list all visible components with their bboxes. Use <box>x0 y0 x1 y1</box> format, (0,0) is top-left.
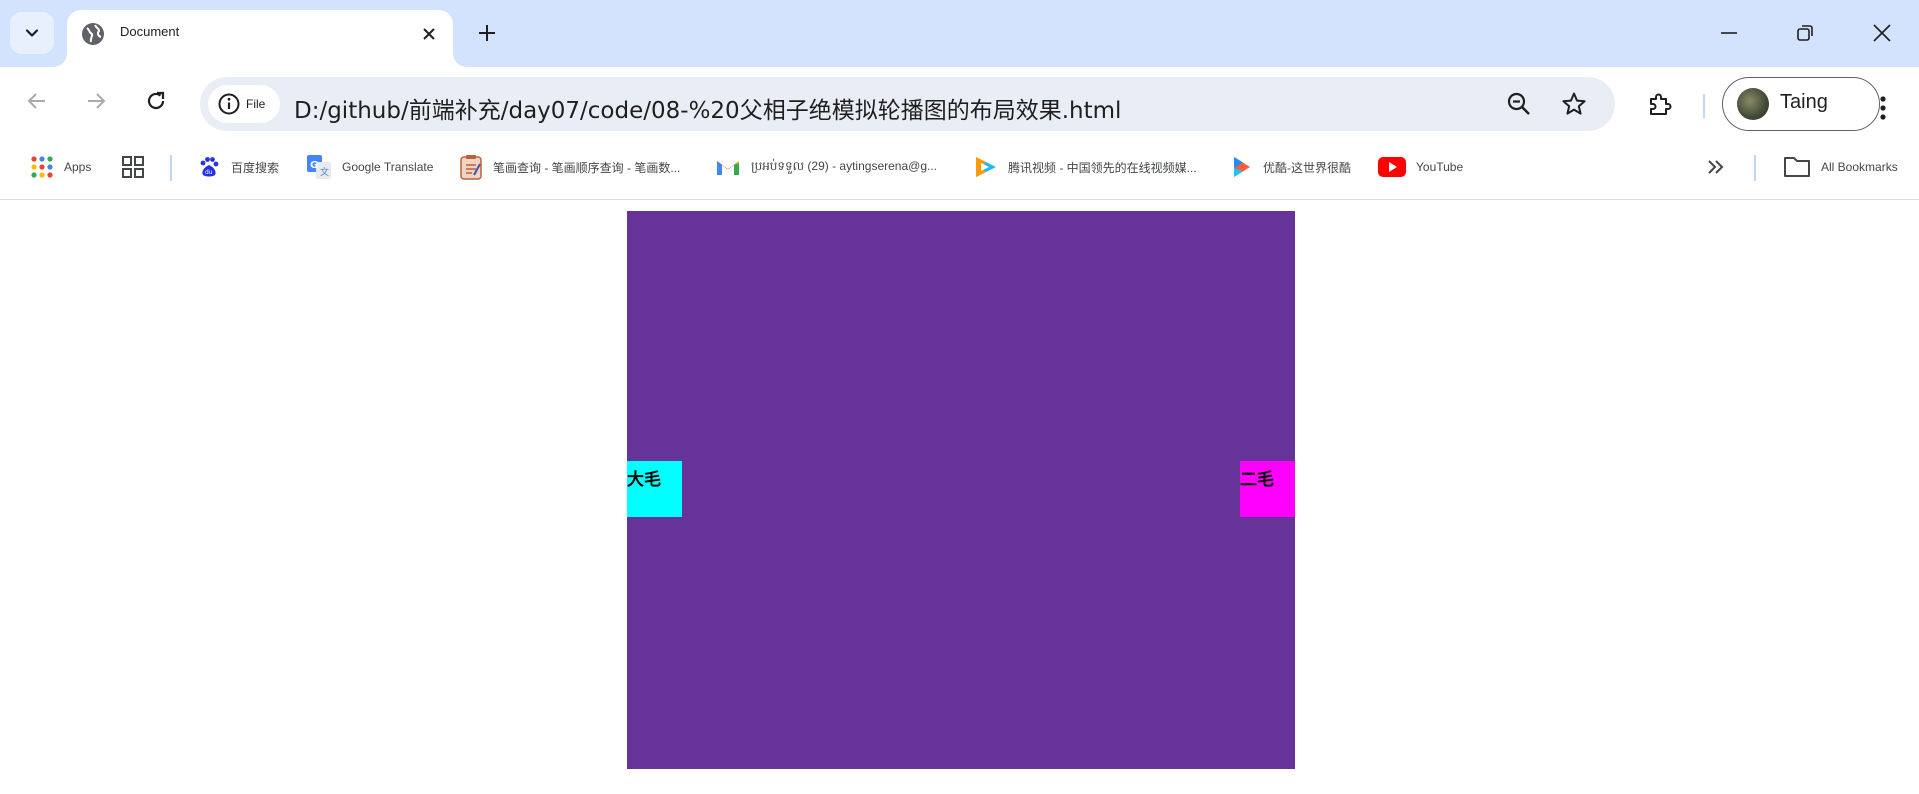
next-button-label: 二毛 <box>1240 470 1274 490</box>
carousel-container: 大毛 二毛 <box>627 211 1295 769</box>
svg-text:G: G <box>310 160 318 171</box>
bookmark-label: 笔画查询 - 笔画顺序查询 - 笔画数... <box>493 160 681 175</box>
new-tab-button[interactable] <box>470 16 504 50</box>
svg-text:du: du <box>205 169 213 176</box>
profile-button[interactable]: Taing <box>1722 77 1880 131</box>
arrow-right-icon <box>88 93 106 109</box>
gmail-icon <box>717 161 739 175</box>
bookmark-bihua[interactable]: 笔画查询 - 笔画顺序查询 - 笔画数... <box>459 153 680 181</box>
tab-groups-icon <box>122 156 144 178</box>
back-button[interactable] <box>17 81 57 121</box>
browser-toolbar: File D:/github/前端补充/day07/code/08-%20父相子… <box>0 67 1919 133</box>
bookmark-label: YouTube <box>1416 160 1464 174</box>
reload-button[interactable] <box>136 81 176 121</box>
prev-button-label: 大毛 <box>627 470 661 490</box>
profile-name: Taing <box>1780 91 1828 113</box>
avatar <box>1737 88 1769 120</box>
bookmark-label: Google Translate <box>342 160 434 174</box>
bookmark-label: 百度搜索 <box>231 160 280 175</box>
toolbar-divider <box>1703 94 1705 118</box>
site-info-chip[interactable]: File <box>208 85 280 123</box>
more-bookmarks-button[interactable] <box>1706 153 1726 181</box>
active-tab[interactable]: Document <box>67 10 453 67</box>
all-bookmarks-label: All Bookmarks <box>1821 160 1898 174</box>
restore-icon <box>1797 25 1813 41</box>
minimize-icon <box>1721 32 1737 34</box>
google-translate-icon: G 文 <box>307 155 331 179</box>
tab-strip: Document <box>0 0 1919 67</box>
bookmark-google-translate[interactable]: G 文 Google Translate <box>306 153 433 181</box>
address-bar[interactable]: File D:/github/前端补充/day07/code/08-%20父相子… <box>200 77 1615 131</box>
restore-button[interactable] <box>1785 14 1825 52</box>
bookmarks-bar: Apps du 百度搜索 G 文 Google Translate 笔画查询 -… <box>0 133 1919 200</box>
tab-search-button[interactable] <box>10 12 54 54</box>
bookmark-label: 优酷-这世界很酷 <box>1263 160 1351 175</box>
forward-button[interactable] <box>76 81 116 121</box>
bookmark-youtube[interactable]: YouTube <box>1378 153 1463 181</box>
bookmark-gmail[interactable]: ប្រអប់ទទួល (29) - aytingserena@g... <box>715 153 937 181</box>
tab-title: Document <box>120 24 180 39</box>
baidu-icon: du <box>200 157 219 177</box>
bookmark-label: 腾讯视频 - 中国领先的在线视频媒... <box>1008 160 1197 175</box>
plus-icon <box>479 25 495 41</box>
tab-groups-button[interactable] <box>121 153 145 181</box>
bookmark-label: Apps <box>64 160 92 174</box>
zoom-out-icon <box>1507 92 1530 115</box>
bookmark-youku[interactable]: 优酷-这世界很酷 <box>1231 153 1351 181</box>
puzzle-icon <box>1650 93 1672 115</box>
double-chevron-right-icon <box>1708 160 1724 174</box>
bookmark-baidu[interactable]: du 百度搜索 <box>197 153 279 181</box>
extensions-button[interactable] <box>1640 85 1680 125</box>
bookmarks-divider <box>170 155 172 181</box>
carousel-prev-button[interactable]: 大毛 <box>627 461 682 517</box>
info-icon <box>218 93 240 115</box>
tab-close-button[interactable] <box>417 22 441 46</box>
bookmark-apps[interactable]: Apps <box>30 153 91 181</box>
minimize-button[interactable] <box>1709 14 1749 52</box>
bookmarks-divider <box>1754 155 1756 181</box>
arrow-left-icon <box>27 93 45 109</box>
close-icon <box>1873 24 1891 42</box>
bookmark-tencent-video[interactable]: 腾讯视频 - 中国领先的在线视频媒... <box>972 153 1197 181</box>
globe-icon <box>82 23 104 45</box>
chevron-down-icon <box>25 29 39 37</box>
browser-menu-button[interactable] <box>1869 88 1897 128</box>
zoom-button[interactable] <box>1504 89 1534 119</box>
url-text[interactable]: D:/github/前端补充/day07/code/08-%20父相子绝模拟轮播… <box>294 91 1121 125</box>
bookmark-label: ប្រអប់ទទួល (29) - aytingserena@g... <box>751 159 937 173</box>
reload-icon <box>147 91 165 110</box>
close-window-button[interactable] <box>1862 14 1902 52</box>
more-vert-icon <box>1880 96 1886 120</box>
all-bookmarks-button[interactable]: All Bookmarks <box>1783 153 1898 181</box>
youku-icon <box>1234 157 1250 177</box>
star-icon <box>1562 92 1586 115</box>
bookmark-star-button[interactable] <box>1559 89 1589 119</box>
svg-text:文: 文 <box>320 166 329 178</box>
tencent-video-icon <box>976 157 996 177</box>
bihua-icon <box>460 155 482 180</box>
apps-grid-icon <box>31 156 53 178</box>
folder-icon <box>1784 157 1810 177</box>
site-chip-label: File <box>246 97 266 111</box>
youtube-icon <box>1378 157 1406 177</box>
carousel-next-button[interactable]: 二毛 <box>1240 461 1295 517</box>
close-icon <box>423 28 435 40</box>
